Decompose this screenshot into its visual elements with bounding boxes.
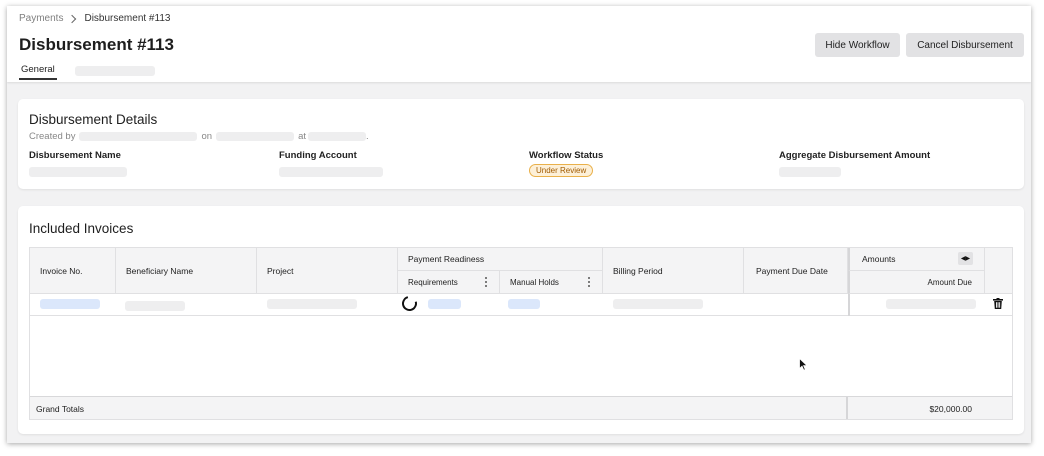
funding-account-placeholder: [279, 167, 383, 177]
breadcrumb-link-payments[interactable]: Payments: [19, 13, 63, 24]
column-header-requirements[interactable]: Requirements: [398, 271, 500, 294]
grand-total-amount-due: $20,000.00: [929, 404, 972, 414]
column-header-actions: [985, 248, 1012, 294]
disbursement-name-placeholder: [29, 167, 127, 177]
amount-due-placeholder: [886, 299, 976, 309]
column-group-payment-readiness: Payment Readiness: [398, 248, 603, 271]
mouse-cursor-icon: [799, 358, 808, 371]
invoice-no-placeholder: [40, 299, 100, 309]
details-title: Disbursement Details: [29, 112, 158, 127]
created-by-line: Created by on at .: [29, 131, 369, 142]
invoices-title: Included Invoices: [29, 221, 134, 236]
app-window: Payments Disbursement #113 Disbursement …: [7, 6, 1031, 443]
column-divider: [846, 397, 848, 419]
column-label: Manual Holds: [510, 277, 559, 287]
billing-period-placeholder: [613, 299, 703, 309]
column-label: Requirements: [408, 277, 458, 287]
column-label: Amounts: [862, 254, 896, 264]
column-header-manual-holds[interactable]: Manual Holds: [500, 271, 603, 294]
column-group-amounts: Amounts ◀▶: [848, 248, 985, 271]
cancel-disbursement-button[interactable]: Cancel Disbursement: [906, 33, 1024, 57]
workflow-status-label: Workflow Status: [529, 150, 604, 161]
column-header-billing-period[interactable]: Billing Period: [603, 248, 744, 294]
arrows-left-right-icon[interactable]: ◀▶: [958, 252, 973, 265]
date-placeholder: [216, 132, 295, 141]
column-header-invoice-no[interactable]: Invoice No.: [30, 248, 116, 294]
breadcrumb-current: Disbursement #113: [84, 13, 171, 24]
tab-loading-placeholder: [74, 66, 155, 76]
column-header-project[interactable]: Project: [257, 248, 398, 294]
tab-bar: General: [19, 64, 155, 80]
manual-holds-placeholder: [508, 299, 540, 309]
column-header-payment-due-date[interactable]: Payment Due Date: [744, 248, 848, 294]
column-header-amount-due[interactable]: Amount Due: [848, 271, 985, 294]
page-title: Disbursement #113: [19, 35, 174, 54]
creator-placeholder: [79, 132, 198, 141]
column-label: Amount Due: [927, 277, 972, 287]
created-by-label: Created by: [29, 131, 76, 142]
grand-totals-row: Grand Totals $20,000.00: [30, 396, 1012, 419]
funding-account-label: Funding Account: [279, 150, 357, 161]
kebab-menu-icon[interactable]: [485, 277, 487, 287]
invoices-table: Invoice No. Beneficiary Name Project Pay…: [29, 247, 1013, 420]
column-label: Billing Period: [613, 265, 663, 276]
trash-icon[interactable]: [993, 298, 1003, 309]
tab-general[interactable]: General: [19, 64, 57, 80]
included-invoices-card: Included Invoices Invoice No. Beneficiar…: [18, 206, 1024, 434]
created-by-period: .: [366, 131, 369, 142]
project-placeholder: [267, 299, 357, 309]
on-label: on: [201, 131, 213, 142]
column-label: Beneficiary Name: [126, 265, 194, 276]
workflow-status-badge: Under Review: [529, 164, 594, 177]
grand-totals-label: Grand Totals: [36, 404, 85, 414]
time-placeholder: [308, 132, 366, 141]
column-label: Invoice No.: [40, 265, 83, 276]
at-label: at: [298, 131, 306, 142]
column-label: Payment Readiness: [408, 254, 485, 264]
requirements-placeholder: [428, 299, 461, 309]
hide-workflow-button[interactable]: Hide Workflow: [815, 33, 900, 57]
kebab-menu-icon[interactable]: [588, 277, 590, 287]
column-label: Payment Due Date: [756, 265, 828, 276]
chevron-right-icon: [68, 14, 77, 23]
column-divider: [848, 294, 850, 316]
disbursement-details-card: Disbursement Details Created by on at . …: [18, 99, 1024, 189]
column-label: Project: [267, 265, 294, 276]
aggregate-amount-label: Aggregate Disbursement Amount: [779, 150, 931, 161]
aggregate-amount-placeholder: [779, 167, 841, 177]
beneficiary-placeholder: [125, 301, 185, 311]
page-header: Payments Disbursement #113 Disbursement …: [7, 6, 1031, 82]
column-header-beneficiary[interactable]: Beneficiary Name: [116, 248, 257, 294]
disbursement-name-label: Disbursement Name: [29, 150, 121, 161]
breadcrumb: Payments Disbursement #113: [19, 13, 170, 24]
